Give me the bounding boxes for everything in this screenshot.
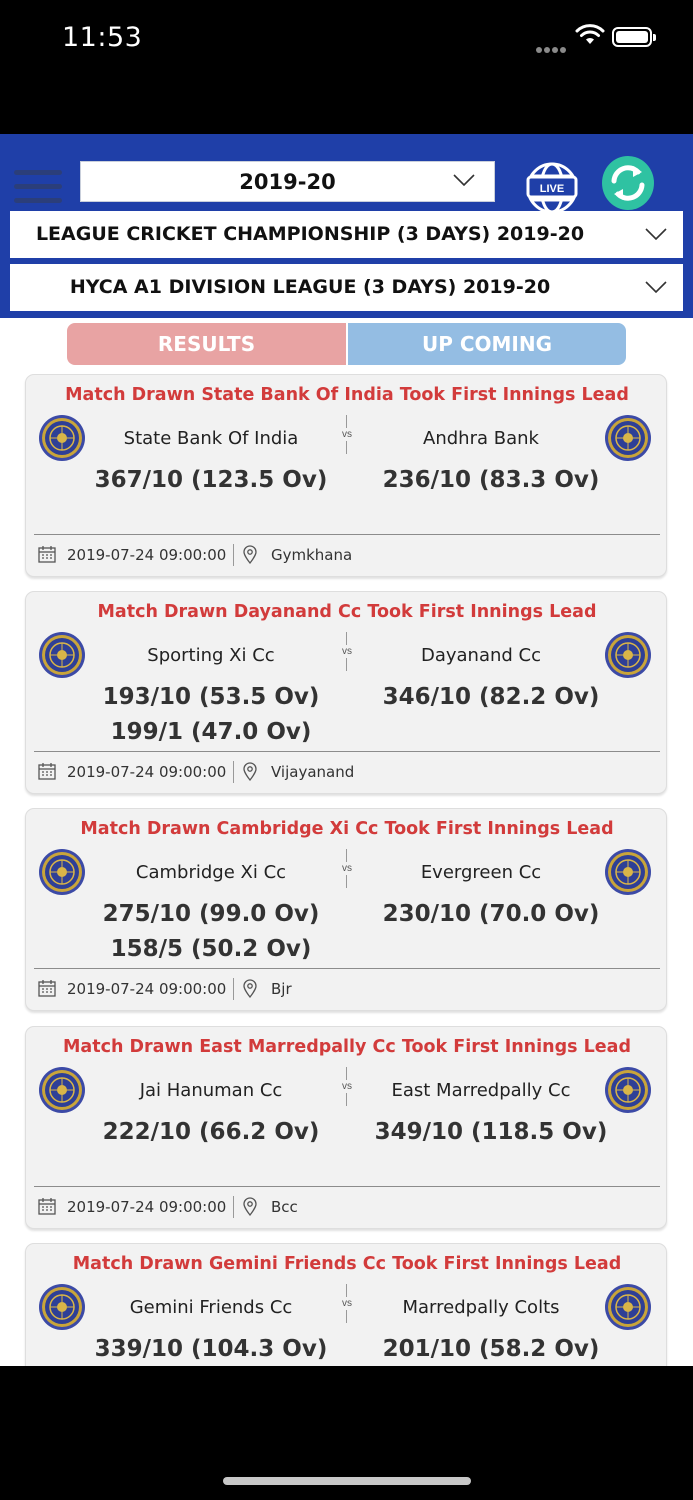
- calendar-icon: [38, 1198, 56, 1215]
- team-a-score-2: 158/5 (50.2 Ov): [110, 936, 312, 962]
- match-datetime: 2019-07-24 09:00:00: [67, 546, 227, 564]
- team-a-name: Sporting Xi Cc: [147, 645, 275, 666]
- live-label: LIVE: [540, 183, 564, 195]
- division-dropdown[interactable]: HYCA A1 DIVISION LEAGUE (3 DAYS) 2019-20: [10, 264, 683, 311]
- team-b-logo-icon: [604, 1066, 652, 1114]
- team-b-score-1: 201/10 (58.2 Ov): [382, 1336, 600, 1362]
- team-a-score-1: 222/10 (66.2 Ov): [102, 1119, 320, 1145]
- location-pin-icon: [243, 545, 257, 565]
- match-result: Match Drawn East Marredpally Cc Took Fir…: [63, 1037, 631, 1057]
- cellular-signal-icon: [536, 40, 568, 58]
- championship-dropdown[interactable]: LEAGUE CRICKET CHAMPIONSHIP (3 DAYS) 201…: [10, 211, 683, 258]
- chevron-down-icon: [453, 174, 475, 186]
- team-a-name: Jai Hanuman Cc: [139, 1080, 283, 1101]
- calendar-icon: [38, 763, 56, 780]
- match-venue: Vijayanand: [271, 763, 355, 781]
- match-meta: 2019-07-24 09:00:00 Vijayanand: [26, 761, 668, 783]
- team-a-logo-icon: [38, 1283, 86, 1331]
- team-a-logo-icon: [38, 848, 86, 896]
- match-venue: Gymkhana: [271, 546, 353, 564]
- team-b-score-1: 230/10 (70.0 Ov): [382, 901, 600, 927]
- calendar-icon: [38, 546, 56, 563]
- team-a-name: Cambridge Xi Cc: [135, 862, 287, 883]
- team-a-logo-icon: [38, 414, 86, 462]
- team-b-score-1: 349/10 (118.5 Ov): [374, 1119, 608, 1145]
- championship-value: LEAGUE CRICKET CHAMPIONSHIP (3 DAYS) 201…: [35, 223, 585, 245]
- card-divider: [34, 968, 660, 969]
- match-card[interactable]: Match Drawn Gemini Friends Cc Took First…: [25, 1243, 667, 1366]
- team-b-logo-icon: [604, 414, 652, 462]
- team-a-name: Gemini Friends Cc: [129, 1297, 293, 1318]
- team-b-score-1: 346/10 (82.2 Ov): [382, 684, 600, 710]
- division-value: HYCA A1 DIVISION LEAGUE (3 DAYS) 2019-20: [69, 276, 551, 298]
- match-meta: 2019-07-24 09:00:00 Bcc: [26, 1196, 668, 1218]
- card-divider: [34, 751, 660, 752]
- match-result: Match Drawn Gemini Friends Cc Took First…: [72, 1254, 622, 1274]
- status-bar: 11:53: [0, 0, 693, 80]
- top-bar: 2019-20 LIVE LEAGUE CRICKET CHAMPIONSHIP…: [0, 134, 693, 318]
- team-b-name: Dayanand Cc: [420, 645, 542, 666]
- match-card[interactable]: Match Drawn Cambridge Xi Cc Took First I…: [25, 808, 667, 1011]
- meta-divider: [233, 978, 234, 1000]
- match-result: Match Drawn Dayanand Cc Took First Innin…: [97, 602, 597, 622]
- battery-icon: [612, 27, 656, 47]
- app-screen: 2019-20 LIVE LEAGUE CRICKET CHAMPIONSHIP…: [0, 134, 693, 1366]
- match-datetime: 2019-07-24 09:00:00: [67, 980, 227, 998]
- team-a-logo-icon: [38, 631, 86, 679]
- season-dropdown[interactable]: 2019-20: [80, 161, 495, 202]
- team-a-score-1: 275/10 (99.0 Ov): [102, 901, 320, 927]
- match-datetime: 2019-07-24 09:00:00: [67, 1198, 227, 1216]
- home-indicator[interactable]: [223, 1477, 471, 1485]
- team-a-score-1: 339/10 (104.3 Ov): [94, 1336, 328, 1362]
- season-value: 2019-20: [239, 170, 336, 194]
- team-b-name: Evergreen Cc: [420, 862, 542, 883]
- tab-results[interactable]: RESULTS: [67, 323, 346, 365]
- match-card[interactable]: Match Drawn Dayanand Cc Took First Innin…: [25, 591, 667, 794]
- card-divider: [34, 1186, 660, 1187]
- meta-divider: [233, 1196, 234, 1218]
- team-a-score-1: 367/10 (123.5 Ov): [94, 467, 328, 493]
- status-time: 11:53: [62, 22, 143, 53]
- card-divider: [34, 534, 660, 535]
- team-b-name: Andhra Bank: [423, 428, 539, 449]
- results-tabs: RESULTS UP COMING: [67, 323, 626, 365]
- team-b-name: Marredpally Colts: [402, 1297, 560, 1318]
- meta-divider: [233, 761, 234, 783]
- team-b-score-1: 236/10 (83.3 Ov): [382, 467, 600, 493]
- calendar-icon: [38, 980, 56, 997]
- match-meta: 2019-07-24 09:00:00 Bjr: [26, 978, 668, 1000]
- match-venue: Bjr: [271, 980, 292, 998]
- team-b-logo-icon: [604, 848, 652, 896]
- team-b-name: East Marredpally Cc: [391, 1080, 571, 1101]
- team-b-logo-icon: [604, 1283, 652, 1331]
- menu-icon[interactable]: [14, 170, 62, 208]
- match-card[interactable]: Match Drawn State Bank Of India Took Fir…: [25, 374, 667, 577]
- team-a-score-1: 193/10 (53.5 Ov): [102, 684, 320, 710]
- team-b-logo-icon: [604, 631, 652, 679]
- match-result: Match Drawn State Bank Of India Took Fir…: [65, 385, 629, 405]
- chevron-down-icon: [645, 281, 667, 293]
- wifi-icon: [575, 24, 605, 44]
- match-datetime: 2019-07-24 09:00:00: [67, 763, 227, 781]
- live-globe-icon[interactable]: LIVE: [524, 160, 580, 216]
- chevron-down-icon: [645, 228, 667, 240]
- match-meta: 2019-07-24 09:00:00 Gymkhana: [26, 544, 668, 566]
- location-pin-icon: [243, 762, 257, 782]
- team-a-logo-icon: [38, 1066, 86, 1114]
- team-a-name: State Bank Of India: [123, 428, 299, 449]
- location-pin-icon: [243, 979, 257, 999]
- match-venue: Bcc: [271, 1198, 298, 1216]
- meta-divider: [233, 544, 234, 566]
- match-card[interactable]: Match Drawn East Marredpally Cc Took Fir…: [25, 1026, 667, 1229]
- team-a-score-2: 199/1 (47.0 Ov): [110, 719, 312, 745]
- match-result: Match Drawn Cambridge Xi Cc Took First I…: [80, 819, 614, 839]
- tab-upcoming[interactable]: UP COMING: [348, 323, 626, 365]
- refresh-icon[interactable]: [602, 156, 654, 210]
- location-pin-icon: [243, 1197, 257, 1217]
